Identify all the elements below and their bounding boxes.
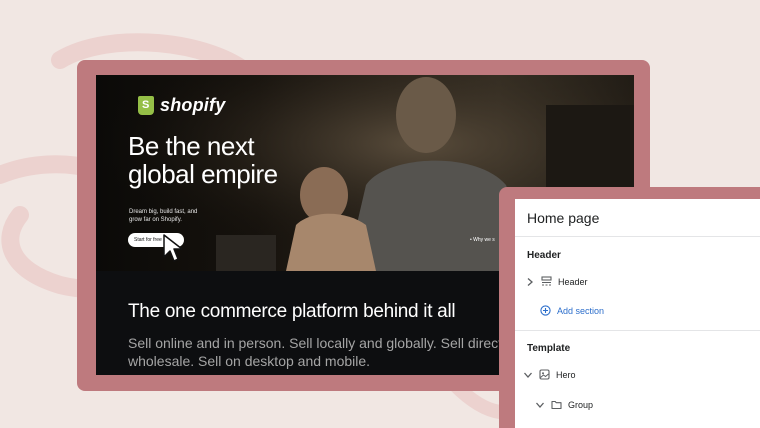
panel-title: Home page <box>527 210 600 226</box>
image-section-icon <box>539 369 550 380</box>
folder-icon <box>551 400 562 410</box>
header-group-heading: Header <box>527 250 561 261</box>
start-free-label: Start for free <box>134 237 162 243</box>
add-section-label: Add section <box>557 305 605 316</box>
divider <box>515 330 760 331</box>
mouse-pointer-icon <box>163 234 183 262</box>
shopify-logo[interactable]: shopify <box>138 95 225 116</box>
add-section-button[interactable]: Add section <box>540 305 604 316</box>
theme-editor-panel: Home page Header Header Add section Temp… <box>515 199 760 428</box>
group-item-label: Group <box>568 399 594 410</box>
hero-item-label: Hero <box>556 369 576 380</box>
section-title: The one commerce platform behind it all <box>128 301 456 322</box>
shopify-bag-icon <box>138 96 154 115</box>
chevron-right-icon[interactable] <box>525 277 535 287</box>
chevron-down-icon[interactable] <box>523 370 533 380</box>
group-block-item[interactable]: Group <box>535 399 593 410</box>
hero-section-item[interactable]: Hero <box>523 369 576 380</box>
hero-title-line-1: Be the next <box>128 131 255 161</box>
why-link[interactable]: • Why we s <box>470 237 495 243</box>
template-group-heading: Template <box>527 343 571 354</box>
divider <box>515 236 760 237</box>
hero-title-line-2: global empire <box>128 159 278 189</box>
header-section-item[interactable]: Header <box>525 276 588 287</box>
brand-wordmark: shopify <box>160 95 226 115</box>
section-text: Sell online and in person. Sell locally … <box>128 335 530 369</box>
hero-subtitle: Dream big, build fast, and grow far on S… <box>129 209 198 223</box>
header-item-label: Header <box>558 276 588 287</box>
chevron-down-icon[interactable] <box>535 400 545 410</box>
hero-title: Be the next global empire <box>128 132 328 188</box>
header-layout-icon <box>541 276 552 286</box>
plus-circle-icon <box>540 305 551 316</box>
